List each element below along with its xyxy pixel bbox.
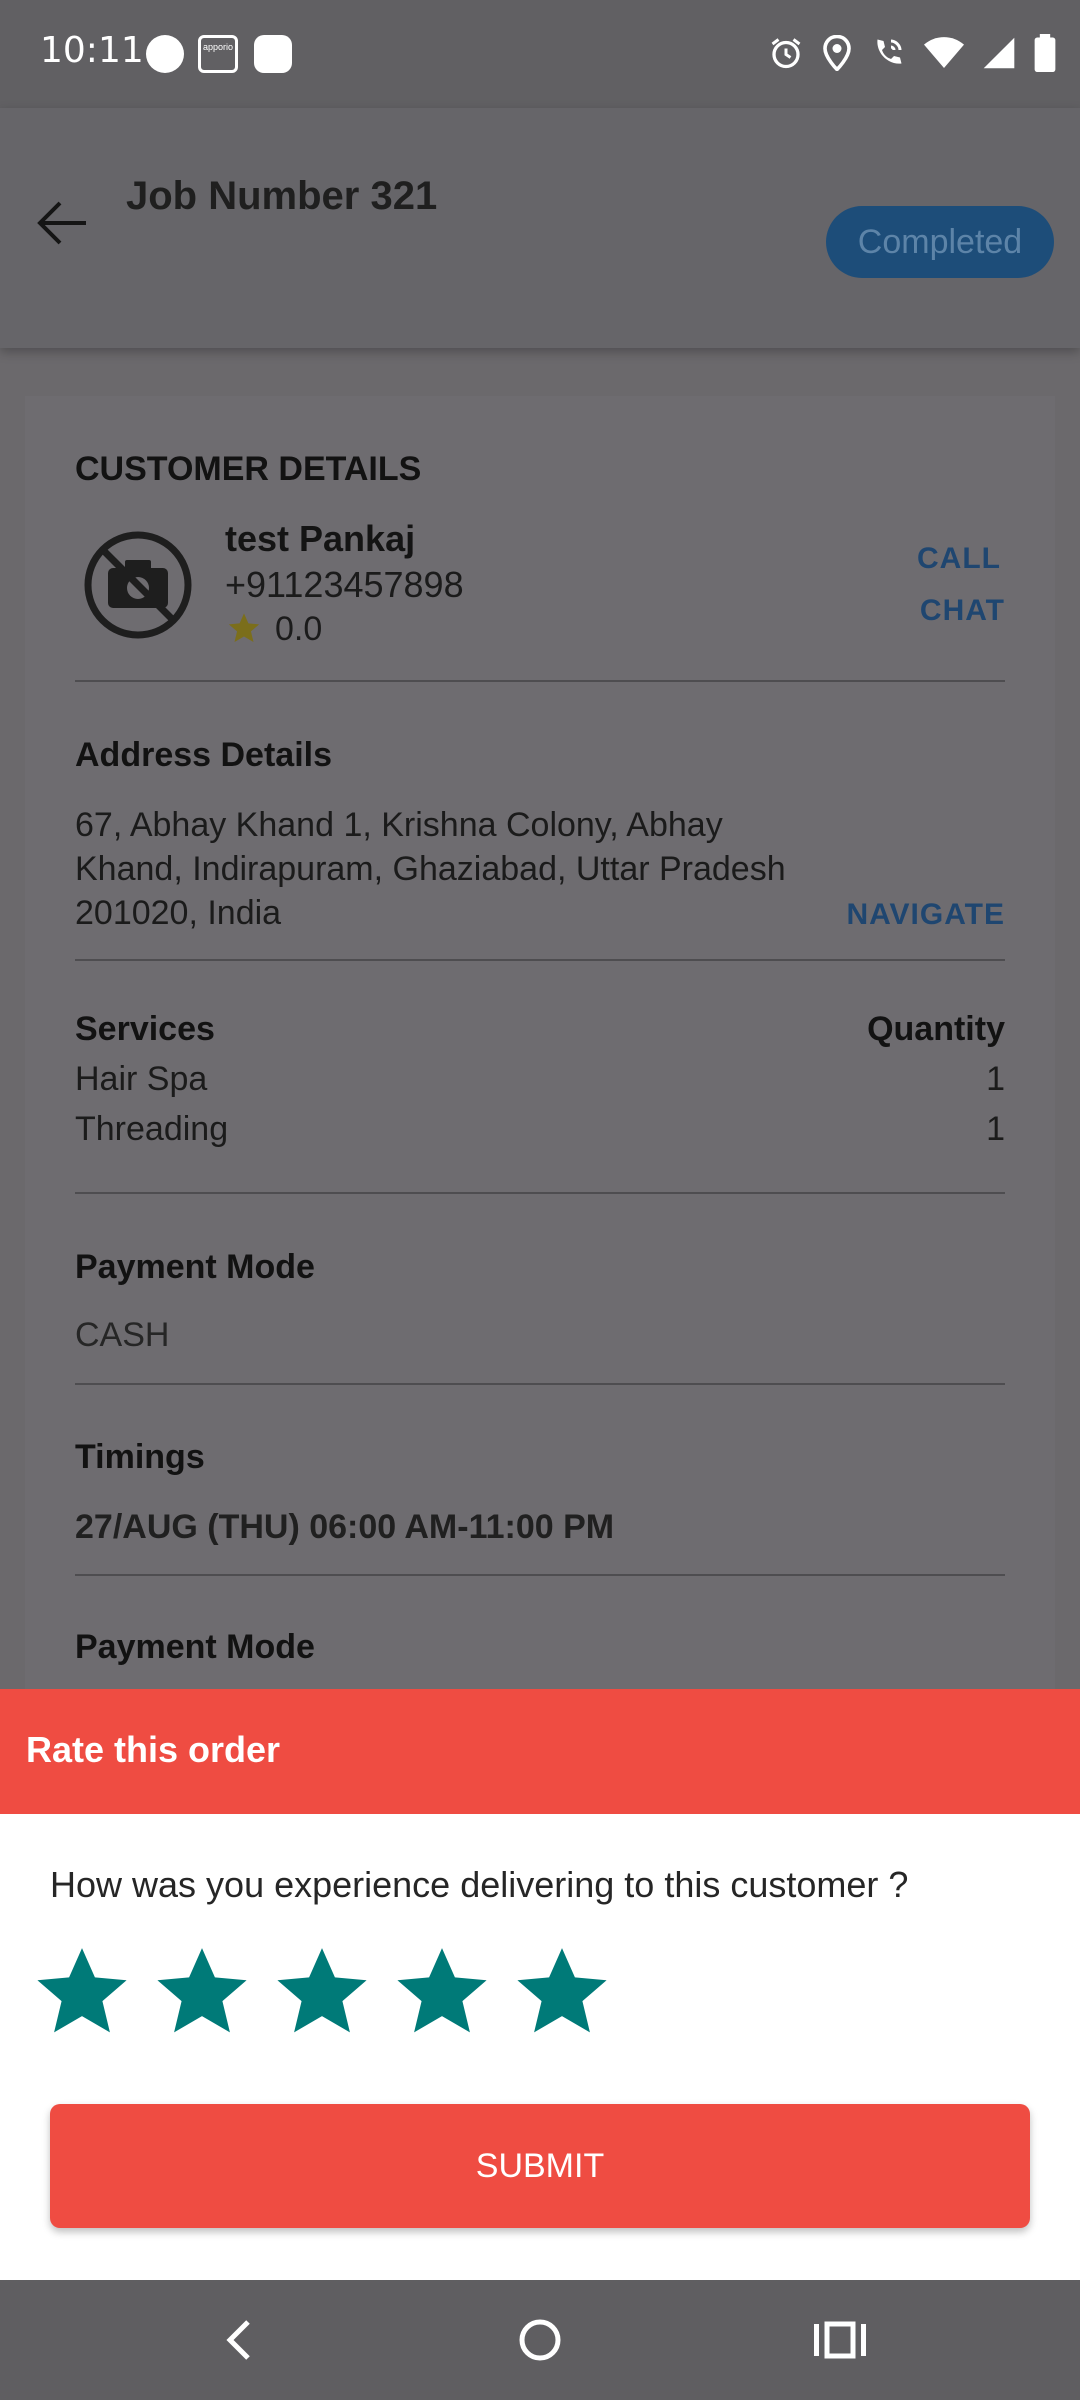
chat-button[interactable]: CHAT	[920, 594, 1005, 628]
alarm-icon	[768, 35, 804, 76]
service-name: Threading	[75, 1110, 229, 1148]
divider	[75, 1383, 1005, 1385]
address-line-2: Khand, Indirapuram, Ghaziabad, Uttar Pra…	[75, 850, 786, 888]
status-bar: 10:11 apporio	[0, 0, 1080, 108]
rating-star-icon[interactable]	[392, 1944, 492, 2044]
nav-recents-icon[interactable]	[810, 2310, 870, 2370]
submit-button[interactable]: SUBMIT	[50, 2104, 1030, 2228]
rating-star-icon[interactable]	[512, 1944, 612, 2044]
rating-question: How was you experience delivering to thi…	[50, 1864, 909, 1905]
wifi-calling-icon	[870, 35, 906, 76]
address-details-title: Address Details	[75, 736, 332, 774]
notification-dot-icon	[146, 35, 184, 73]
rating-star-icon	[227, 612, 261, 651]
location-icon	[822, 34, 852, 76]
payment-mode-title: Payment Mode	[75, 1248, 315, 1286]
customer-rating: 0.0	[275, 610, 323, 648]
status-icons	[768, 34, 1056, 77]
nav-home-icon[interactable]	[510, 2310, 570, 2370]
battery-icon	[1034, 34, 1056, 77]
back-arrow-icon[interactable]	[34, 198, 90, 248]
service-quantity: 1	[986, 1060, 1005, 1098]
rating-star-icon[interactable]	[272, 1944, 372, 2044]
divider	[75, 1574, 1005, 1576]
status-time: 10:11	[40, 30, 144, 71]
app-notification-text: apporio	[202, 42, 234, 52]
timings-value: 27/AUG (THU) 06:00 AM-11:00 PM	[75, 1508, 615, 1546]
notification-square-icon	[254, 35, 292, 73]
timings-title: Timings	[75, 1438, 205, 1476]
address-line-1: 67, Abhay Khand 1, Krishna Colony, Abhay	[75, 806, 723, 844]
service-quantity: 1	[986, 1110, 1005, 1148]
navigate-button[interactable]: NAVIGATE	[846, 898, 1005, 932]
call-button[interactable]: CALL	[917, 542, 1001, 576]
rating-star-icon[interactable]	[32, 1944, 132, 2044]
no-photo-avatar-icon	[83, 530, 193, 640]
divider	[75, 680, 1005, 682]
customer-name: test Pankaj	[225, 518, 416, 559]
payment-mode-title: Payment Mode	[75, 1628, 315, 1666]
payment-mode-value: CASH	[75, 1316, 170, 1354]
divider	[75, 959, 1005, 961]
app-notification-icon: apporio	[198, 35, 238, 73]
address-line-3: 201020, India	[75, 894, 282, 932]
wifi-icon	[924, 36, 964, 75]
rating-sheet-body: How was you experience delivering to thi…	[0, 1814, 1080, 2280]
service-name: Hair Spa	[75, 1060, 208, 1098]
page-title: Job Number 321	[126, 174, 438, 218]
status-badge: Completed	[826, 206, 1054, 278]
signal-icon	[982, 36, 1016, 75]
job-details-card: CUSTOMER DETAILS test Pankaj +9112345789…	[25, 396, 1055, 1696]
star-rating[interactable]	[32, 1944, 612, 2044]
customer-phone: +91123457898	[225, 564, 464, 605]
system-nav-bar	[0, 2280, 1080, 2400]
nav-back-icon[interactable]	[210, 2310, 270, 2370]
app-bar: Job Number 321 Completed	[0, 108, 1080, 348]
quantity-header: Quantity	[867, 1010, 1005, 1048]
divider	[75, 1192, 1005, 1194]
services-header: Services	[75, 1010, 215, 1048]
rating-sheet-title: Rate this order	[26, 1729, 281, 1770]
rating-star-icon[interactable]	[152, 1944, 252, 2044]
rating-sheet-header: Rate this order	[0, 1689, 1080, 1814]
customer-details-title: CUSTOMER DETAILS	[75, 450, 422, 488]
